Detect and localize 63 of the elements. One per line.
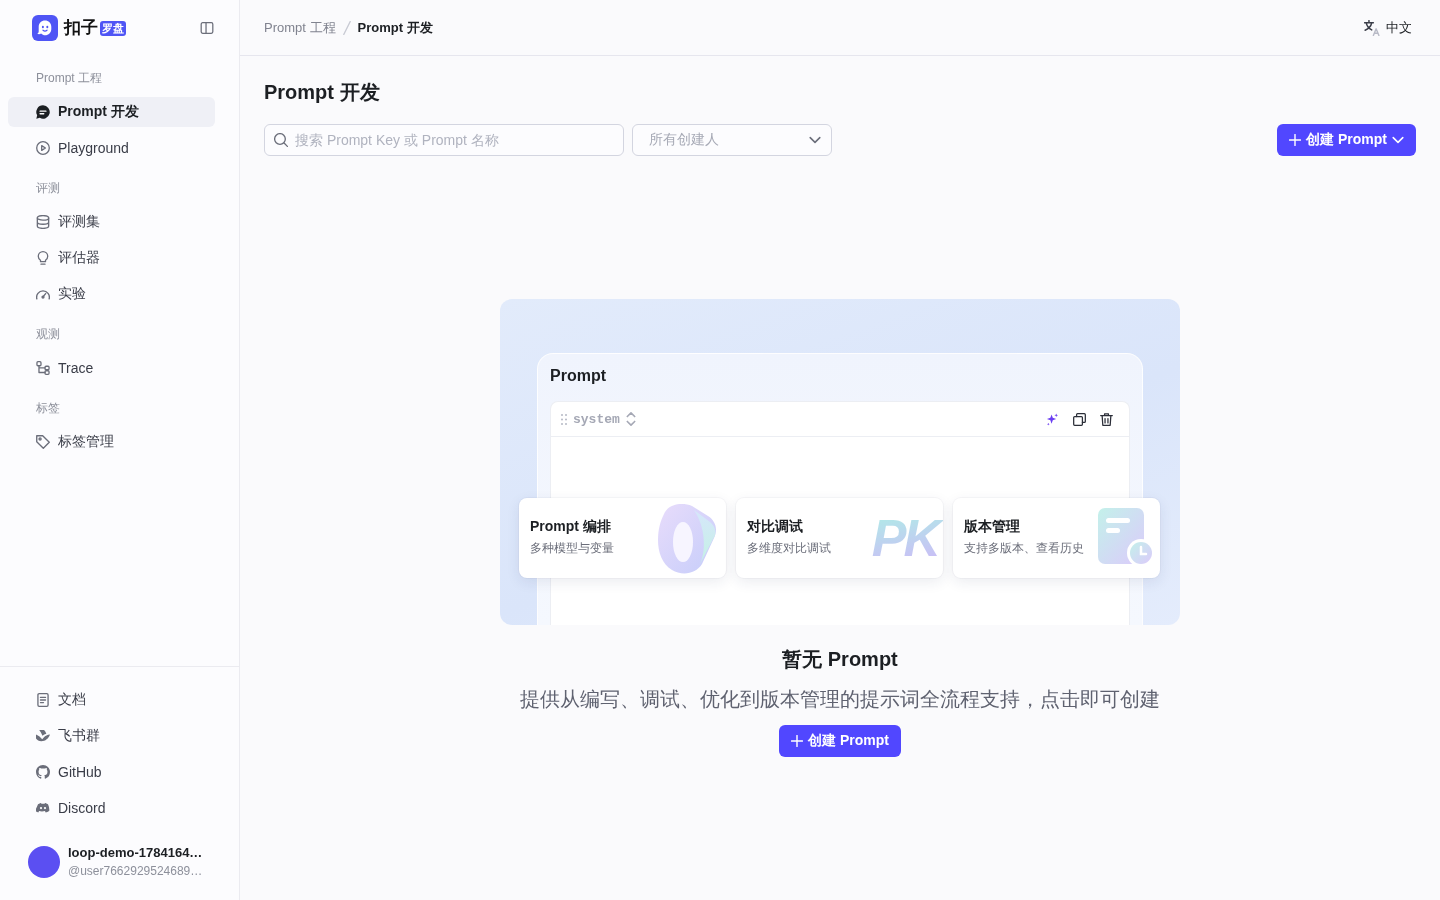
user-handle: @user7662929524689… (68, 863, 203, 879)
lightbulb-icon (36, 251, 50, 265)
feature-title: Prompt 编排 (530, 517, 611, 536)
chevron-down-icon (1392, 134, 1404, 146)
create-prompt-button[interactable]: 创建 Prompt (1277, 124, 1416, 156)
discord-icon (36, 801, 50, 815)
nav-item[interactable]: 实验 (8, 279, 215, 309)
feature-subtitle: 支持多版本、查看历史 (964, 540, 1084, 556)
nav-group-title: 观测 (35, 326, 60, 343)
translate-icon (1364, 19, 1380, 36)
breadcrumb-link[interactable]: Prompt 工程 (264, 18, 336, 37)
feature-subtitle: 多维度对比调试 (747, 540, 831, 556)
ring-shape-icon (656, 502, 718, 574)
nav-item[interactable]: 评测集 (8, 207, 215, 237)
sidebar-link[interactable]: 飞书群 (8, 721, 215, 751)
breadcrumb-current: Prompt 开发 (357, 18, 433, 37)
sidebar-link[interactable]: 文档 (8, 685, 215, 715)
hierarchy-icon (36, 361, 50, 375)
empty-description: 提供从编写、调试、优化到版本管理的提示词全流程支持，点击即可创建 (520, 687, 1160, 712)
empty-title: 暂无 Prompt (782, 647, 898, 672)
prompt-card-title: Prompt (550, 366, 606, 386)
plus-icon (1289, 134, 1302, 146)
tag-icon (36, 435, 50, 449)
play-icon (36, 141, 50, 155)
sidebar-link[interactable]: Discord (8, 793, 215, 823)
nav-item[interactable]: Playground (8, 133, 215, 163)
copy-icon (1073, 412, 1086, 426)
nav-group-title: 标签 (35, 400, 60, 417)
create-prompt-button[interactable]: 创建 Prompt (779, 725, 901, 757)
user-name: loop-demo-1784164… (68, 844, 203, 861)
github-icon (36, 765, 50, 779)
nav-item[interactable]: 标签管理 (8, 427, 215, 457)
chat-icon (36, 105, 50, 119)
feature-title: 对比调试 (747, 517, 803, 536)
feature-subtitle: 多种模型与变量 (530, 540, 614, 556)
avatar[interactable] (28, 845, 60, 878)
brand-badge: 罗盘 (100, 20, 126, 36)
slash-separator-icon (340, 20, 353, 35)
up-down-chevron-icon (625, 412, 636, 426)
page-title: Prompt 开发 (264, 80, 380, 104)
ghost-logo-icon[interactable] (32, 15, 58, 41)
trash-icon (1100, 412, 1113, 426)
sparkle-icon (1046, 412, 1059, 426)
sidebar-toggle-icon[interactable] (200, 22, 214, 34)
nav-group-title: Prompt 工程 (35, 70, 102, 87)
sidebar-link[interactable]: GitHub (8, 757, 215, 787)
language-button[interactable]: 中文 (1360, 14, 1416, 41)
plus-icon (791, 735, 804, 747)
brand-name: 扣子 (64, 18, 98, 38)
nav-group-title: 评测 (35, 180, 60, 197)
gauge-icon (36, 287, 50, 301)
wing-icon (36, 729, 50, 743)
document-icon (36, 693, 50, 707)
search-icon (274, 133, 288, 147)
database-icon (36, 215, 50, 229)
search-field[interactable]: 搜索 Prompt Key 或 Prompt 名称 (264, 124, 624, 156)
role-label: system (573, 411, 620, 427)
chevron-down-icon (809, 134, 821, 146)
drag-handle-icon (561, 413, 567, 425)
nav-item[interactable]: Prompt 开发 (8, 97, 215, 127)
nav-item[interactable]: Trace (8, 353, 215, 383)
nav-item[interactable]: 评估器 (8, 243, 215, 273)
feature-title: 版本管理 (964, 517, 1020, 536)
